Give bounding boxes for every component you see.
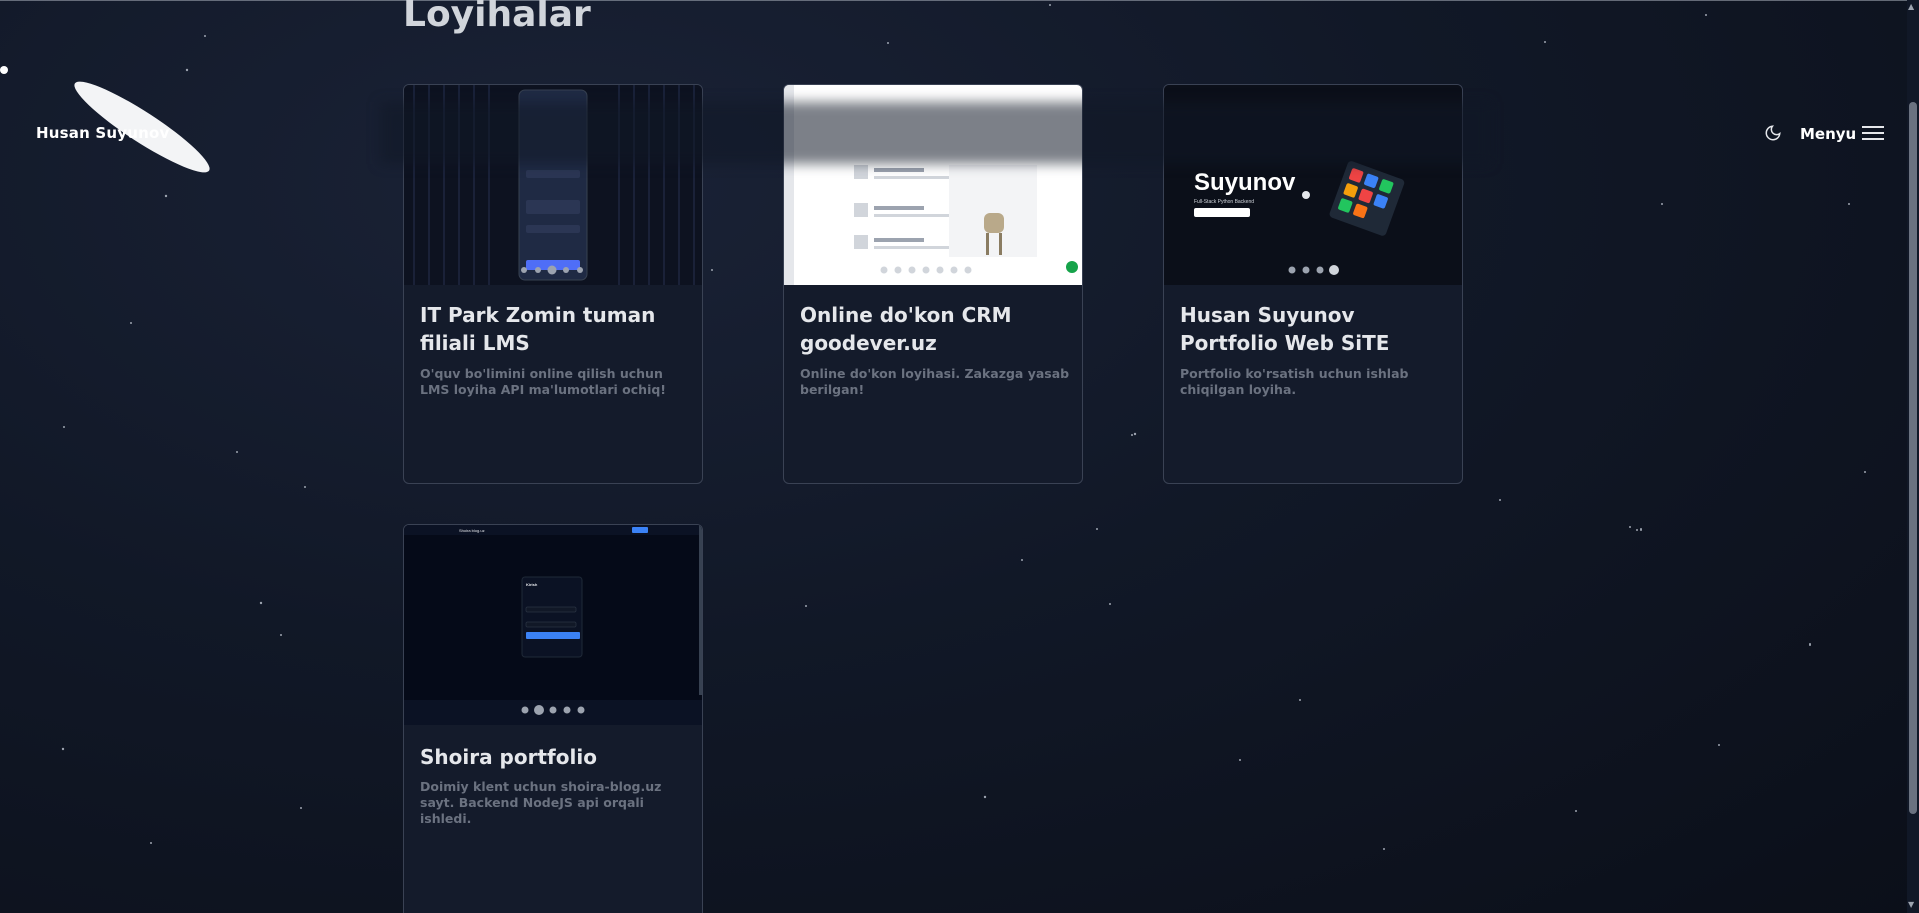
thumbnail-subtitle: Full-Stack Python Backend [1194, 199, 1254, 205]
header-blur-band [380, 102, 1490, 164]
page-title: Loyihalar [403, 0, 591, 35]
thumbnail-brand: Shoira blog.uz [459, 528, 485, 533]
scroll-down-icon[interactable]: ▼ [1908, 900, 1914, 909]
project-title: Husan Suyunov Portfolio Web SiTE [1180, 303, 1390, 355]
scroll-up-icon[interactable]: ▲ [1908, 2, 1914, 11]
project-description: O'quv bo'limini online qilish uchun LMS … [420, 366, 666, 397]
thumbnail-name: Suyunov [1194, 169, 1296, 196]
site-header: Husan Suyunov Menyu [0, 100, 1900, 170]
project-title: Online do'kon CRM goodever.uz [800, 303, 1012, 355]
thumbnail-form-title: Kirish [526, 582, 538, 587]
project-card[interactable]: Shoira blog.uz Kirish Shoira portfolio D… [403, 524, 703, 913]
scrollbar-thumb[interactable] [1909, 102, 1917, 814]
site-logo[interactable]: Husan Suyunov [36, 124, 169, 142]
window-top-border [0, 0, 1919, 1]
moon-icon[interactable] [1762, 122, 1784, 144]
project-title: Shoira portfolio [420, 745, 597, 769]
cursor-dot [0, 66, 8, 74]
project-description: Doimiy klent uchun shoira-blog.uz sayt. … [420, 779, 662, 826]
project-description: Online do'kon loyihasi. Zakazga yasab be… [800, 366, 1070, 397]
menu-button[interactable]: Menyu [1800, 125, 1856, 143]
project-title: IT Park Zomin tuman filiali LMS [420, 303, 656, 355]
project-thumbnail: Shoira blog.uz Kirish [404, 525, 702, 725]
hamburger-icon[interactable] [1862, 126, 1884, 140]
project-description: Portfolio ko'rsatish uchun ishlab chiqil… [1180, 366, 1409, 397]
